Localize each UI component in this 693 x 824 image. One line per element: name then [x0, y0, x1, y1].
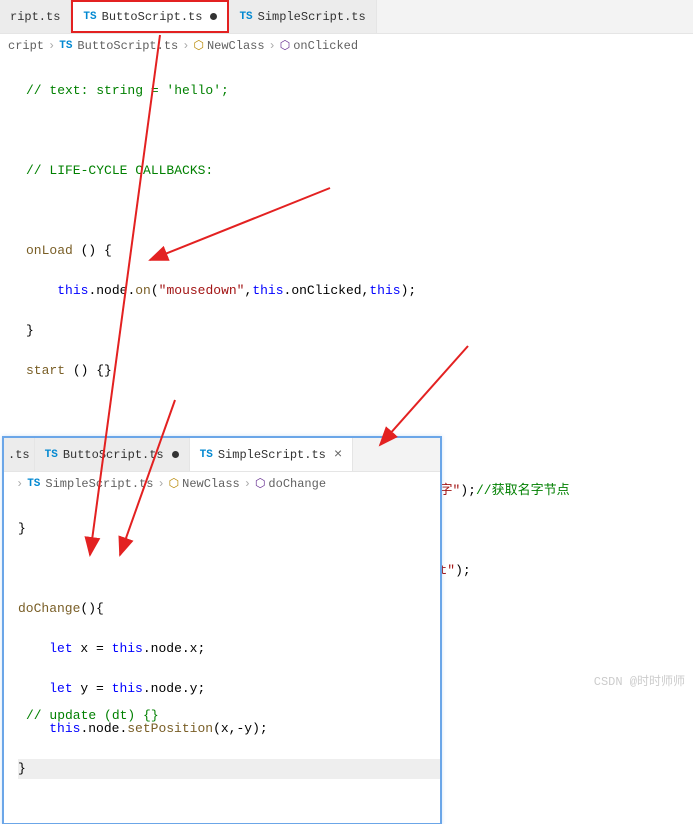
typescript-icon: TS [239, 11, 252, 23]
tab-label: .ts [8, 448, 30, 462]
watermark: CSDN @时时师师 [594, 672, 685, 689]
chevron-right-icon: › [157, 477, 164, 491]
breadcrumb-class: NewClass [207, 39, 265, 53]
code-line: // update (dt) {} [26, 708, 159, 723]
chevron-right-icon: › [182, 39, 189, 53]
tab-partial[interactable]: .ts [4, 438, 35, 471]
inner-editor-window: .ts TS ButtoScript.ts TS SimpleScript.ts… [2, 436, 442, 824]
tab-label: ButtoScript.ts [63, 448, 164, 462]
breadcrumb-method: onClicked [293, 39, 358, 53]
method-icon: ⬡ [280, 38, 290, 53]
typescript-icon: TS [27, 478, 40, 490]
tab-label: SimpleScript.ts [258, 10, 366, 24]
close-icon[interactable]: × [334, 447, 342, 463]
breadcrumb-inner[interactable]: › TS SimpleScript.ts › ⬡ NewClass › ⬡ do… [4, 472, 440, 495]
code-line: // text: string = 'hello'; [26, 83, 229, 98]
breadcrumb-top[interactable]: cript › TS ButtoScript.ts › ⬡ NewClass ›… [0, 34, 693, 57]
inner-tab-bar: .ts TS ButtoScript.ts TS SimpleScript.ts… [4, 438, 440, 472]
tab-simplescript[interactable]: TS SimpleScript.ts [229, 0, 376, 33]
tab-simplescript[interactable]: TS SimpleScript.ts × [190, 438, 354, 471]
breadcrumb-file: ButtoScript.ts [77, 39, 178, 53]
chevron-right-icon: › [269, 39, 276, 53]
chevron-right-icon: › [48, 39, 55, 53]
code-editor-inner[interactable]: } doChange(){ let x = this.node.x; let y… [4, 495, 440, 823]
breadcrumb-class: NewClass [182, 477, 240, 491]
breadcrumb-part: cript [8, 39, 44, 53]
tab-label: ButtoScript.ts [102, 10, 203, 24]
class-icon: ⬡ [193, 38, 203, 53]
breadcrumb-file: SimpleScript.ts [45, 477, 153, 491]
class-icon: ⬡ [169, 476, 179, 491]
tab-label: ript.ts [10, 10, 60, 24]
chevron-right-icon: › [244, 477, 251, 491]
dirty-indicator-icon [172, 451, 179, 458]
top-tab-bar: ript.ts TS ButtoScript.ts TS SimpleScrip… [0, 0, 693, 34]
code-line: // LIFE-CYCLE CALLBACKS: [26, 163, 213, 178]
chevron-right-icon: › [16, 477, 23, 491]
method-icon: ⬡ [255, 476, 265, 491]
breadcrumb-method: doChange [268, 477, 326, 491]
tab-partial[interactable]: ript.ts [0, 0, 71, 33]
typescript-icon: TS [59, 40, 72, 52]
dirty-indicator-icon [210, 13, 217, 20]
tab-buttoscript[interactable]: TS ButtoScript.ts [35, 438, 190, 471]
typescript-icon: TS [45, 449, 58, 461]
typescript-icon: TS [83, 11, 96, 23]
typescript-icon: TS [200, 449, 213, 461]
code-editor-bottom[interactable]: // update (dt) {} [0, 662, 159, 750]
tab-buttoscript[interactable]: TS ButtoScript.ts [71, 0, 229, 33]
tab-label: SimpleScript.ts [218, 448, 326, 462]
